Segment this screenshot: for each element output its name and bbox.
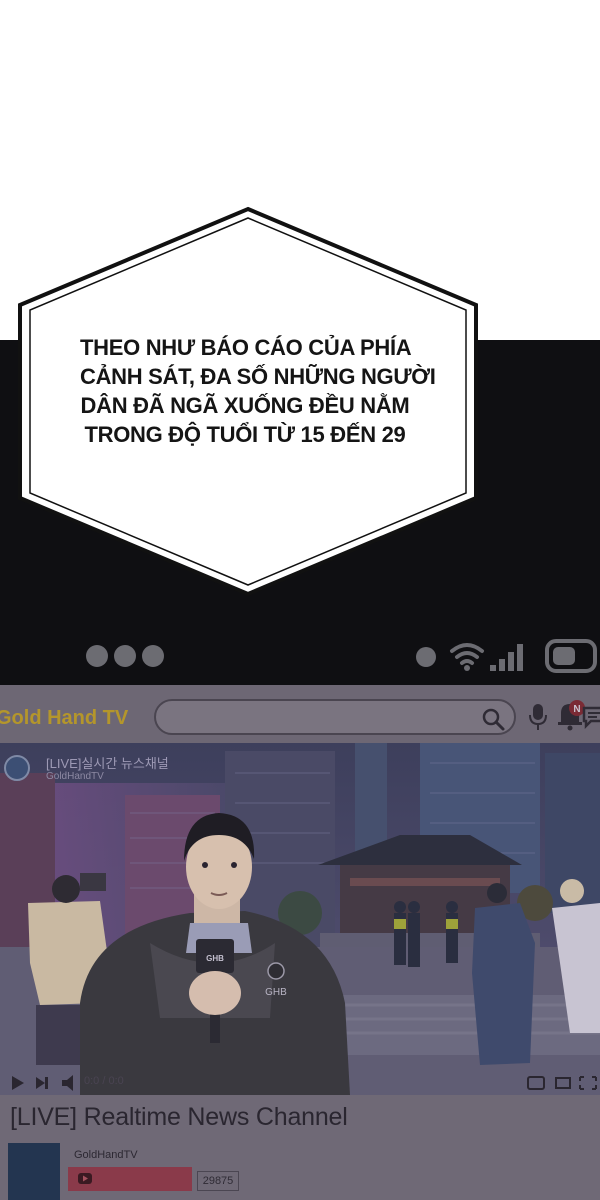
video-player[interactable]: GHB GHB [LIVE]실시간 뉴스채널 GoldHandTV 0:0 / … xyxy=(0,743,600,1095)
app-header: Gold Hand TV N xyxy=(0,685,600,743)
video-frame: GHB GHB xyxy=(0,743,600,1095)
video-overlay-title: [LIVE]실시간 뉴스채널 xyxy=(46,756,169,771)
channel-avatar-icon[interactable] xyxy=(4,755,30,781)
brand-logo[interactable]: Gold Hand TV xyxy=(0,707,128,730)
play-logo-icon xyxy=(78,1173,92,1184)
video-overlay-subtitle: GoldHandTV xyxy=(46,771,104,782)
message-icon[interactable] xyxy=(582,705,600,729)
dot xyxy=(114,645,136,667)
next-icon xyxy=(36,1077,48,1089)
mic-logo: GHB xyxy=(206,954,224,963)
channel-name[interactable]: GoldHandTV xyxy=(74,1149,138,1161)
search-icon[interactable] xyxy=(480,706,506,732)
battery-icon xyxy=(545,639,597,673)
subscriber-count: 29875 xyxy=(197,1171,239,1191)
jacket-logo: GHB xyxy=(265,987,287,998)
dot xyxy=(86,645,108,667)
status-icons xyxy=(416,639,597,673)
search-input[interactable] xyxy=(154,699,516,735)
mic-icon[interactable] xyxy=(528,703,548,731)
speech-line: TRONG ĐỘ TUỔI TỪ 15 ĐẾN 29 xyxy=(84,422,406,447)
play-icon xyxy=(12,1076,24,1090)
cc-icon xyxy=(527,1076,545,1090)
more-dots-icon[interactable] xyxy=(86,645,164,667)
video-app-screen: Gold Hand TV N GHB GHB [LIVE]실시간 뉴스채널 Go… xyxy=(0,685,600,1200)
speech-line: DÂN ĐÃ NGÃ XUỐNG ĐỀU NẰM xyxy=(80,393,410,418)
subscribe-button[interactable] xyxy=(68,1167,192,1191)
volume-icon xyxy=(62,1075,73,1091)
speech-bubble-text: THEO NHƯ BÁO CÁO CỦA PHÍA CẢNH SÁT, ĐA S… xyxy=(80,333,436,449)
dot xyxy=(142,645,164,667)
status-dot-icon xyxy=(416,647,436,667)
video-time: 0:0 / 0:0 xyxy=(84,1075,124,1087)
wifi-icon xyxy=(450,643,484,665)
speech-line: THEO NHƯ BÁO CÁO CỦA PHÍA xyxy=(80,335,412,360)
channel-thumbnail[interactable] xyxy=(8,1143,60,1200)
speech-bubble xyxy=(18,206,478,597)
fullscreen-icon xyxy=(555,1076,597,1090)
video-controls: 0:0 / 0:0 xyxy=(0,1071,600,1095)
notification-badge: N xyxy=(573,704,580,715)
signal-icon xyxy=(490,644,523,671)
speech-line: CẢNH SÁT, ĐA SỐ NHỮNG NGƯỜI xyxy=(80,364,436,389)
video-title: [LIVE] Realtime News Channel xyxy=(10,1103,348,1131)
